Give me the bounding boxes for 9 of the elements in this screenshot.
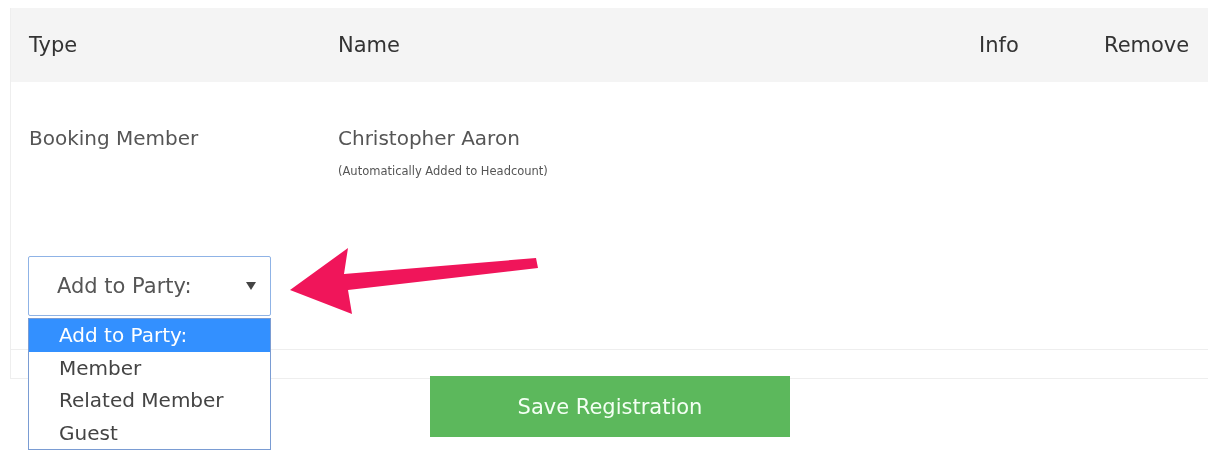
column-header: Name: [338, 33, 401, 57]
party-select[interactable]: Add to Party:: [28, 256, 271, 316]
column-header: Type: [29, 33, 79, 57]
column-header: Info: [979, 33, 1020, 57]
table-cell-text: Christopher Aaron: [338, 126, 521, 150]
caret-icon: [246, 282, 256, 290]
table-cell-text: Booking Member: [29, 126, 200, 150]
column-header: Remove: [1104, 33, 1191, 57]
headcount-note: (Automatically Added to Headcount): [338, 164, 549, 178]
